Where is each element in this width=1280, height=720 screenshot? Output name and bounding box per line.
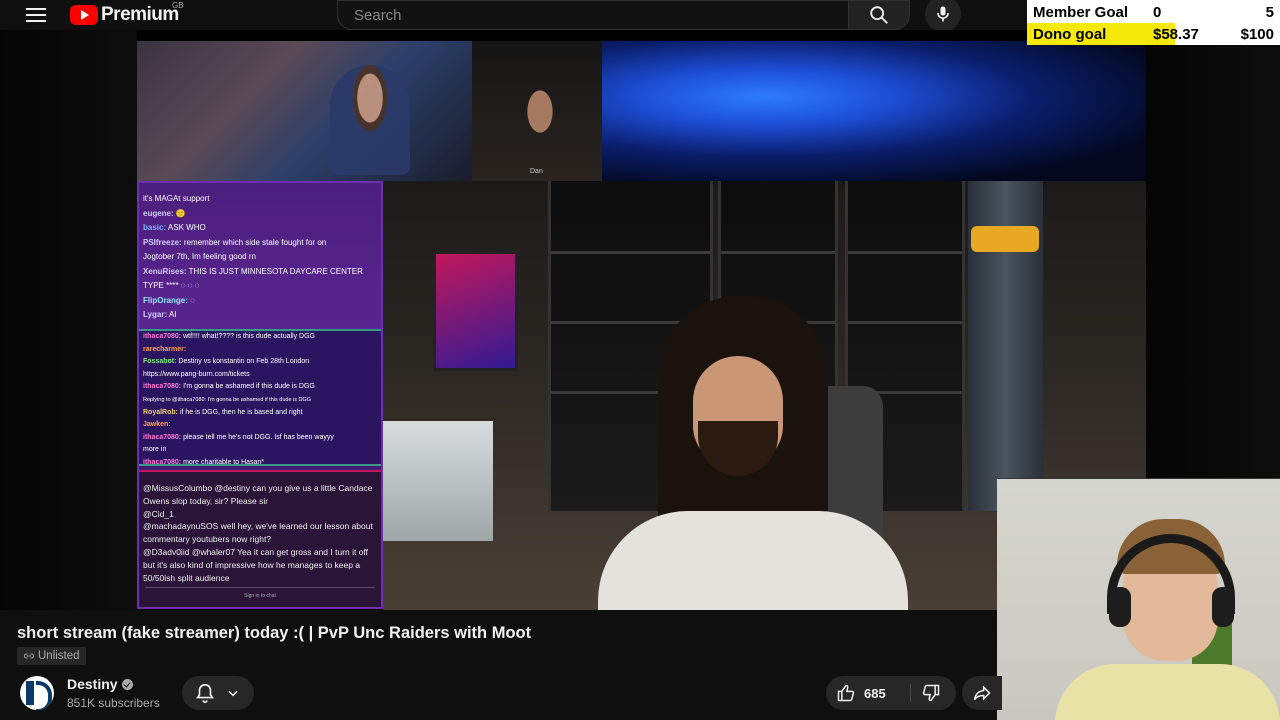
chat-message: XenuRises: THIS IS JUST MINNESOTA DAYCAR… [143,266,363,276]
chat-message: ithaca7080: please tell me he's not DGG.… [143,433,334,441]
subscriber-count: 851K subscribers [67,696,160,710]
search-button[interactable] [848,0,910,30]
member-goal-label: Member Goal [1033,4,1129,21]
menu-icon[interactable] [24,4,48,26]
channel-name[interactable]: Destiny [67,676,118,692]
chat-message: it's MAGAt support [143,194,210,203]
voice-search-button[interactable] [925,0,961,32]
reactor-facecam [997,478,1280,720]
chat-message: Lygar: AI [143,310,177,319]
chat-overlay: it's MAGAt support eugene: 🙂 basic: ASK … [137,181,383,609]
youtube-premium-logo[interactable]: Premium [70,4,179,26]
dono-goal-label: Dono goal [1033,26,1107,43]
verified-icon [122,679,133,690]
thumbs-down-icon [922,684,940,702]
chat-message: @machadaynuSOS well hey, we've learned o… [143,521,373,545]
chat-message: ithaca7080: wtf!!!! what!???? is this du… [143,333,315,340]
chat-signin-footer: Sign in to chat [139,587,381,603]
visibility-badge: Unlisted [17,647,86,665]
video-letterbox-left [0,30,137,610]
like-divider [910,684,911,702]
chat-message: FlipOrange: ◌ [143,295,195,305]
link-icon [24,653,34,659]
like-button[interactable]: 685 [836,683,886,703]
logo-text: Premium [101,4,179,25]
bell-icon [196,683,214,703]
video-title: short stream (fake streamer) today :( | … [17,624,532,642]
chat-section-youtube: @MissusColumbo @destiny can you give us … [139,470,381,607]
search-input[interactable] [338,1,848,29]
chat-message: RoyalRob: if he is DGG, then he is based… [143,408,303,416]
member-goal-current: 0 [1153,4,1162,21]
microphone-icon [937,6,949,22]
chat-message: rarecharmer: [143,345,187,353]
chat-message: @D3adv0iid @whaler07 Yea it can get gros… [143,546,369,583]
dono-goal: Dono goal $58.37 $100 [1027,23,1280,45]
headphone-right [1212,587,1234,627]
chat-message: basic: ASK WHO [143,223,206,232]
thumbs-up-icon [837,684,855,702]
youtube-play-icon [70,5,98,25]
chat-section-twitch: it's MAGAt support eugene: 🙂 basic: ASK … [139,183,381,329]
headphone-left [1109,587,1131,627]
member-goal-target: 5 [1265,4,1274,21]
cohost-camera [137,41,472,181]
like-count: 685 [864,685,886,701]
visibility-label: Unlisted [38,650,80,662]
share-icon [973,685,991,701]
channel-avatar[interactable] [20,676,54,710]
chat-section-kick: ithaca7080: wtf!!!! what!???? is this du… [139,329,381,466]
dono-goal-target: $100 [1240,26,1274,43]
like-dislike-group: 685 [826,676,956,710]
chat-message: more in [143,446,167,454]
chat-message: eugene: 🙂 [143,208,186,218]
chat-message: @Cid_1 [143,508,174,519]
chat-message: https://www.pang-burn.com/tickets [143,370,250,378]
chevron-down-icon [228,690,238,697]
chat-message: TYPE **** ◌ ◌ ◌ [143,281,200,290]
fridge-logo [971,226,1039,252]
dislike-button[interactable] [914,683,948,703]
streamer-person [598,296,908,610]
dono-goal-current: $58.37 [1153,26,1199,43]
search-box [337,0,848,30]
chat-message: ithaca7080: more charitable to Hasan* [143,458,265,466]
windows-wallpaper [602,41,1146,181]
notification-button[interactable] [182,676,254,710]
share-button[interactable] [962,676,1002,710]
wall-poster [433,251,518,371]
chat-reply: Replying to @ithaca7080: I'm gonna be as… [143,396,312,403]
reactor-shirt [1055,664,1280,720]
desk-cabinet [383,421,493,541]
chat-message: Fossabot: Destiny vs konstantin on Feb 2… [143,358,310,366]
guest-person [505,80,575,170]
member-goal: Member Goal 0 5 [1027,1,1280,23]
chat-message: @MissusColumbo @destiny can you give us … [143,483,373,506]
chat-message: ithaca7080: I'm gonna be ashamed if this… [143,383,315,391]
chat-message: PSIfreeze: remember which side stale fou… [143,237,327,247]
goals-overlay: Member Goal 0 5 Dono goal $58.37 $100 [1027,0,1280,45]
chat-message: Jogtober 7th, Im feeling good rn [143,252,256,261]
logo-country-code: GB [172,1,184,10]
guest-camera-name: Dan [530,168,543,175]
cohost-person [330,65,410,175]
search-icon [870,6,888,24]
chat-message: Jawken: [143,421,171,429]
